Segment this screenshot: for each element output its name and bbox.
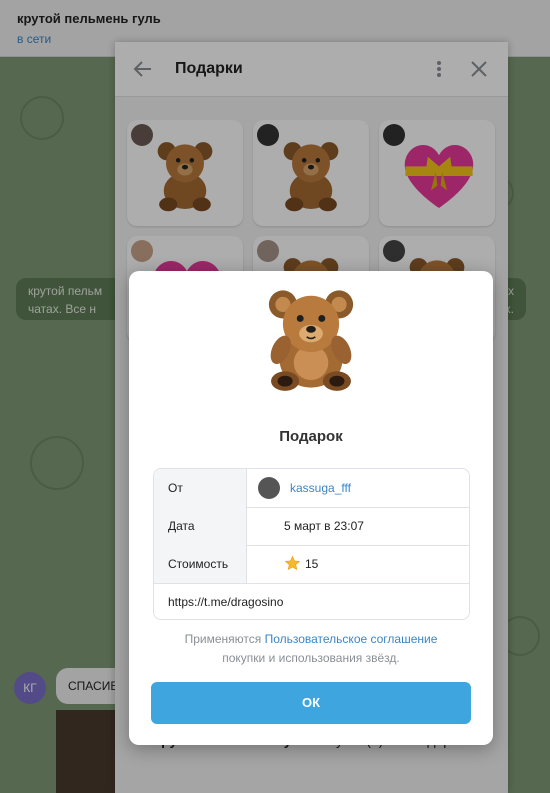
ok-button[interactable]: ОК: [151, 682, 471, 724]
sender-username-link[interactable]: kassuga_fff: [290, 481, 351, 495]
info-row-url[interactable]: https://t.me/dragosino: [154, 583, 469, 619]
terms-prefix: Применяются: [184, 632, 265, 646]
info-label-text: От: [168, 481, 183, 495]
sender-avatar[interactable]: [258, 477, 280, 499]
gift-modal: Подарок От kassuga_fff Дата 5 март в 23:…: [129, 271, 493, 745]
gift-info-table: От kassuga_fff Дата 5 март в 23:07 Стоим…: [153, 468, 470, 620]
info-label: От: [154, 469, 247, 507]
info-row-cost: Стоимость 15: [154, 545, 469, 584]
info-label-text: Стоимость: [168, 557, 229, 571]
star-icon: [284, 555, 301, 571]
info-row-date: Дата 5 март в 23:07: [154, 507, 469, 546]
terms-link[interactable]: Пользовательское соглашение: [265, 632, 438, 646]
date-value: 5 март в 23:07: [284, 519, 364, 533]
cost-value: 15: [305, 557, 319, 571]
gift-url[interactable]: https://t.me/dragosino: [168, 595, 283, 609]
info-row-from: От kassuga_fff: [154, 469, 469, 508]
teddy-bear-icon: [268, 290, 354, 391]
modal-title: Подарок: [279, 428, 343, 445]
terms-text: Применяются Пользовательское соглашение …: [129, 630, 493, 668]
info-label-text: Дата: [168, 519, 195, 533]
info-label: Стоимость: [154, 545, 247, 583]
terms-suffix: покупки и использования звёзд.: [222, 651, 400, 665]
info-label: Дата: [154, 507, 247, 545]
